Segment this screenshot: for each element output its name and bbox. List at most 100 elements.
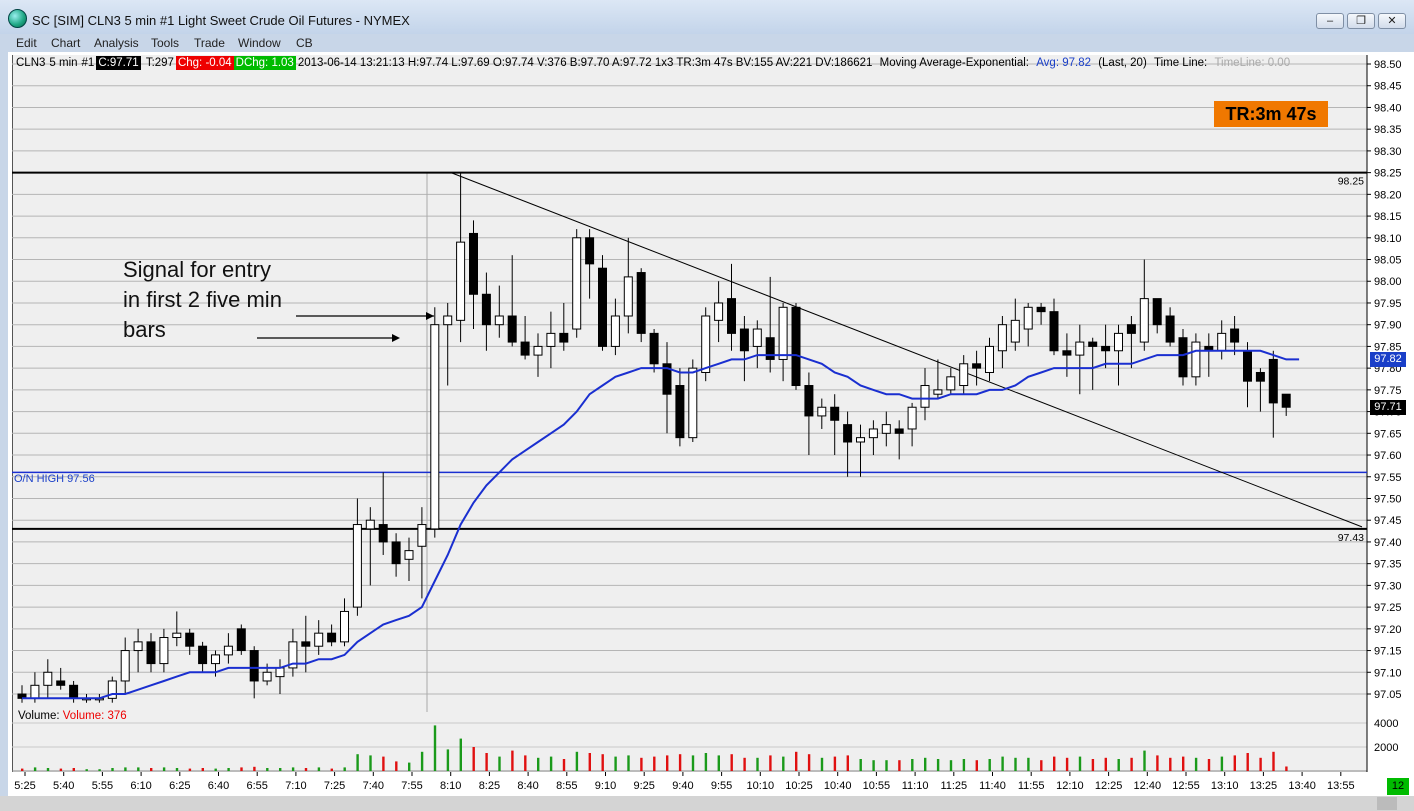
candle-body: [340, 610, 349, 643]
time-tick-label: 6:40: [208, 780, 229, 792]
volume-tick-label: 4000: [1374, 718, 1398, 730]
volume-bar: [614, 756, 617, 771]
candle-body: [159, 637, 169, 665]
price-tick-label: 98.30: [1374, 146, 1402, 158]
volume-bar: [820, 757, 824, 771]
volume-bar: [1078, 756, 1082, 771]
volume-bar: [214, 768, 217, 771]
time-tick-label: 10:40: [824, 780, 852, 792]
candle-body: [868, 428, 878, 439]
candle-body: [365, 519, 375, 530]
info-details: 2013-06-14 13:21:13 H:97.74 L:97.69 O:97…: [297, 57, 873, 69]
volume-bar: [769, 755, 772, 771]
candle-body: [804, 385, 814, 417]
volume-bar: [691, 755, 695, 771]
volume-bar: [988, 759, 991, 771]
candle-body: [1217, 332, 1227, 352]
volume-bar: [782, 756, 785, 771]
volume-bar: [717, 755, 720, 771]
candle-body: [675, 385, 685, 439]
volume-bar: [511, 750, 514, 771]
time-tick-label: 8:25: [479, 780, 500, 792]
candle-body: [352, 524, 362, 608]
bar-counter: 12: [1387, 778, 1409, 795]
info-bar: CLN3 5 min #1 C:97.71 T:297 Chg: -0.04 DChg: …: [14, 56, 1292, 70]
info-change: Chg: -0.04: [175, 56, 234, 70]
horizontal-scrollbar[interactable]: [0, 796, 1414, 811]
price-tick-label: 97.05: [1374, 689, 1402, 701]
time-tick-label: 12:10: [1056, 780, 1084, 792]
volume-bar: [666, 755, 669, 771]
info-daily-change: DChg: 1.03: [233, 56, 296, 70]
candle-body: [69, 684, 79, 699]
price-tick-label: 97.30: [1374, 580, 1402, 592]
volume-bar: [936, 759, 940, 771]
volume-bar: [124, 767, 127, 771]
candle-body: [817, 406, 827, 417]
time-tick-label: 11:25: [940, 780, 967, 792]
candle-body: [856, 437, 865, 443]
price-tick-label: 98.35: [1374, 124, 1402, 136]
time-tick-label: 6:55: [246, 780, 267, 792]
time-tick-label: 5:55: [92, 780, 113, 792]
candle-body: [546, 332, 556, 347]
time-tick-label: 6:10: [130, 780, 151, 792]
price-tick-label: 98.50: [1374, 59, 1402, 71]
price-tick-label: 97.45: [1374, 515, 1402, 527]
volume-bar: [678, 754, 682, 771]
candle-body: [133, 641, 143, 652]
candle-body: [262, 671, 272, 682]
candle-body: [520, 341, 530, 356]
candle-body: [701, 315, 711, 373]
time-tick-label: 10:55: [863, 780, 891, 792]
annotation-arrows: [257, 312, 434, 342]
candle-body: [1049, 311, 1059, 352]
volume-bar: [240, 767, 243, 771]
volume-bar: [1143, 750, 1146, 771]
volume-bar: [640, 757, 643, 771]
candle-body: [417, 524, 427, 547]
time-tick-label: 9:55: [711, 780, 732, 792]
on-high-label: O/N HIGH 97.56: [14, 473, 95, 485]
candle-body: [1114, 332, 1123, 352]
scrollbar-thumb[interactable]: [1377, 797, 1397, 810]
candle-body: [185, 632, 195, 647]
volume-bar: [1027, 757, 1030, 771]
candle-body: [1178, 337, 1188, 378]
info-avg: Avg: 97.82: [1036, 57, 1091, 69]
candle-body: [572, 237, 582, 330]
volume-bar: [175, 768, 179, 771]
info-symbol: CLN3: [16, 57, 46, 69]
time-tick-label: 7:55: [401, 780, 422, 792]
candle-body: [752, 328, 762, 347]
volume-bar: [162, 767, 166, 771]
time-tick-label: 8:40: [517, 780, 538, 792]
price-tick-label: 98.45: [1374, 81, 1402, 93]
volume-bar: [137, 767, 140, 771]
time-tick-label: 11:55: [1018, 780, 1045, 792]
ema-line: [22, 349, 1300, 700]
candle-body: [533, 345, 543, 356]
time-tick-label: 8:55: [556, 780, 577, 792]
candle-body: [1010, 319, 1020, 343]
time-tick-label: 5:25: [14, 780, 35, 792]
time-tick-label: 12:25: [1095, 780, 1123, 792]
volume-bar: [911, 759, 914, 771]
volume-bar: [524, 755, 527, 771]
volume-bar: [962, 759, 966, 771]
top-level-label: 98.25: [1338, 176, 1364, 188]
volume-bar: [446, 749, 450, 771]
time-tick-label: 13:55: [1327, 780, 1355, 792]
volume-bar: [846, 755, 849, 771]
candle-body: [894, 428, 904, 434]
volume-bar: [85, 769, 88, 771]
price-tick-label: 97.75: [1374, 385, 1402, 397]
price-tick-label: 98.00: [1374, 276, 1402, 288]
volume-bar: [1091, 759, 1095, 771]
time-tick-label: 11:10: [902, 780, 929, 792]
volume-bar: [291, 767, 295, 771]
volume-bar: [975, 760, 978, 771]
volume-bar: [1246, 753, 1249, 771]
volume-bar: [304, 768, 308, 771]
time-tick-label: 7:25: [324, 780, 345, 792]
